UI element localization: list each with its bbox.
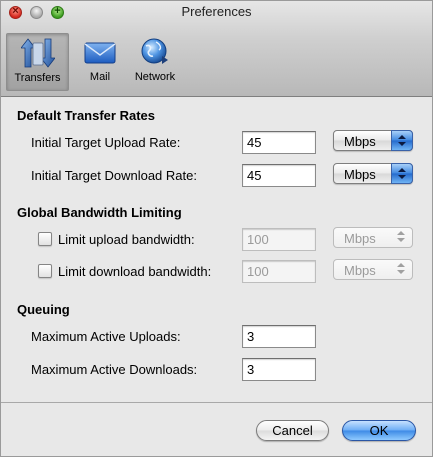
download-rate-input[interactable]	[242, 164, 316, 187]
toolbar-transfers-label: Transfers	[14, 72, 61, 84]
toolbar-network-label: Network	[134, 71, 176, 83]
section-title-transfer-rates: Default Transfer Rates	[17, 108, 155, 123]
toolbar-network[interactable]: Network	[129, 33, 181, 91]
section-title-queuing: Queuing	[17, 302, 70, 317]
limit-upload-checkbox[interactable]	[38, 232, 52, 246]
download-rate-label: Initial Target Download Rate:	[31, 168, 197, 183]
max-uploads-label: Maximum Active Uploads:	[31, 329, 181, 344]
section-title-bandwidth: Global Bandwidth Limiting	[17, 205, 182, 220]
updown-arrows-icon	[391, 259, 413, 280]
limit-download-checkbox[interactable]	[38, 264, 52, 278]
upload-rate-unit-select[interactable]: Mbps	[333, 130, 413, 151]
title-toolbar-area: × + Preferences Transfers Mail Network	[1, 1, 432, 97]
max-downloads-label: Maximum Active Downloads:	[31, 362, 198, 377]
max-uploads-input[interactable]	[242, 325, 316, 348]
window-title: Preferences	[181, 4, 252, 19]
toolbar-mail-label: Mail	[89, 71, 111, 83]
upload-rate-label: Initial Target Upload Rate:	[31, 135, 181, 150]
cancel-button[interactable]: Cancel	[256, 420, 329, 441]
limit-upload-input[interactable]	[242, 228, 316, 251]
limit-download-label[interactable]: Limit download bandwidth:	[58, 264, 211, 279]
limit-upload-unit-value: Mbps	[344, 231, 376, 246]
limit-upload-unit-select[interactable]: Mbps	[333, 227, 413, 248]
updown-arrows-icon	[391, 130, 413, 151]
toolbar-transfers[interactable]: Transfers	[6, 33, 69, 91]
preferences-window: × + Preferences Transfers Mail Network D…	[0, 0, 433, 457]
limit-download-unit-value: Mbps	[344, 263, 376, 278]
upload-rate-unit-value: Mbps	[344, 134, 376, 149]
limit-upload-label[interactable]: Limit upload bandwidth:	[58, 232, 195, 247]
limit-download-input[interactable]	[242, 260, 316, 283]
envelope-icon	[84, 42, 116, 64]
transfers-arrows-icon	[20, 38, 55, 68]
bottom-divider	[1, 402, 432, 403]
max-downloads-input[interactable]	[242, 358, 316, 381]
limit-download-unit-select[interactable]: Mbps	[333, 259, 413, 280]
download-rate-unit-value: Mbps	[344, 167, 376, 182]
ok-button[interactable]: OK	[342, 420, 416, 441]
download-rate-unit-select[interactable]: Mbps	[333, 163, 413, 184]
updown-arrows-icon	[391, 227, 413, 248]
updown-arrows-icon	[391, 163, 413, 184]
globe-network-icon	[141, 38, 168, 64]
toolbar-mail[interactable]: Mail	[74, 33, 126, 91]
upload-rate-input[interactable]	[242, 131, 316, 154]
